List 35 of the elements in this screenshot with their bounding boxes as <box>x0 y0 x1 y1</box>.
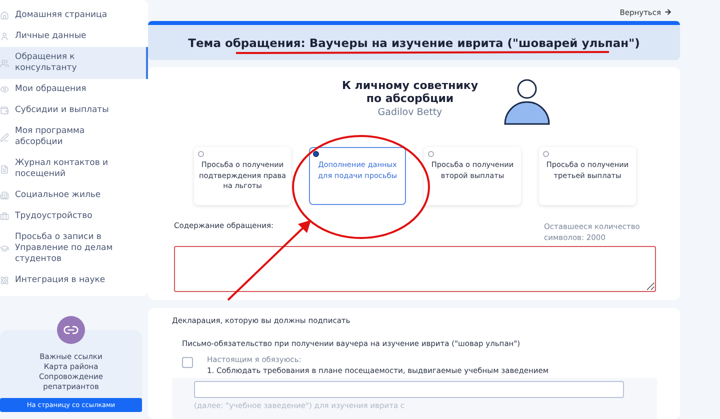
radio-button[interactable] <box>198 151 204 157</box>
wallet-icon <box>0 106 9 115</box>
checkbox[interactable] <box>182 357 193 368</box>
radio-button[interactable] <box>543 151 549 157</box>
arrow-right-icon <box>664 8 672 16</box>
pen-icon <box>0 132 9 142</box>
sidebar-item[interactable]: Интеграция в науке <box>0 270 148 291</box>
atom-icon <box>0 276 9 285</box>
home-icon <box>0 11 9 20</box>
graduation-cap-icon <box>0 244 9 253</box>
briefcase-icon <box>0 212 9 221</box>
recipient-title: К личному советнику по абсорбции <box>340 79 480 105</box>
recipient-name: Gadilov Betty <box>378 107 442 118</box>
radio-button[interactable] <box>313 151 319 157</box>
sidebar-item[interactable]: Мои обращения <box>0 79 148 100</box>
content-textarea[interactable] <box>174 246 656 292</box>
sidebar-item[interactable]: Обращения к консультанту <box>0 47 148 79</box>
people-icon <box>0 58 9 68</box>
link-icon <box>57 316 85 344</box>
sidebar-item[interactable]: Моя программа абсорбции <box>0 121 148 153</box>
sidebar-item[interactable]: Просьба о записи в Управление по делам студентов <box>0 227 148 270</box>
sidebar-item[interactable]: Домашняя страница <box>0 5 148 26</box>
building-icon <box>0 191 9 200</box>
sidebar-item[interactable]: Социальное жилье <box>0 185 148 206</box>
sidebar-item[interactable]: Субсидии и выплаты <box>0 100 148 121</box>
sidebar-item[interactable]: Трудоустройство <box>0 206 148 227</box>
sidebar-item[interactable]: Журнал контактов и посещений <box>0 153 148 185</box>
subject-title: Тема обращения: Ваучеры на изучение иврита ("шоварей ульпан") <box>188 36 640 50</box>
institution-input[interactable] <box>194 381 624 398</box>
radio-button[interactable] <box>428 151 434 157</box>
person-icon <box>0 32 9 41</box>
document-icon <box>0 164 9 174</box>
person-icon <box>504 79 550 125</box>
eye-icon <box>0 85 9 94</box>
sidebar-item[interactable]: Личные данные <box>0 26 148 47</box>
